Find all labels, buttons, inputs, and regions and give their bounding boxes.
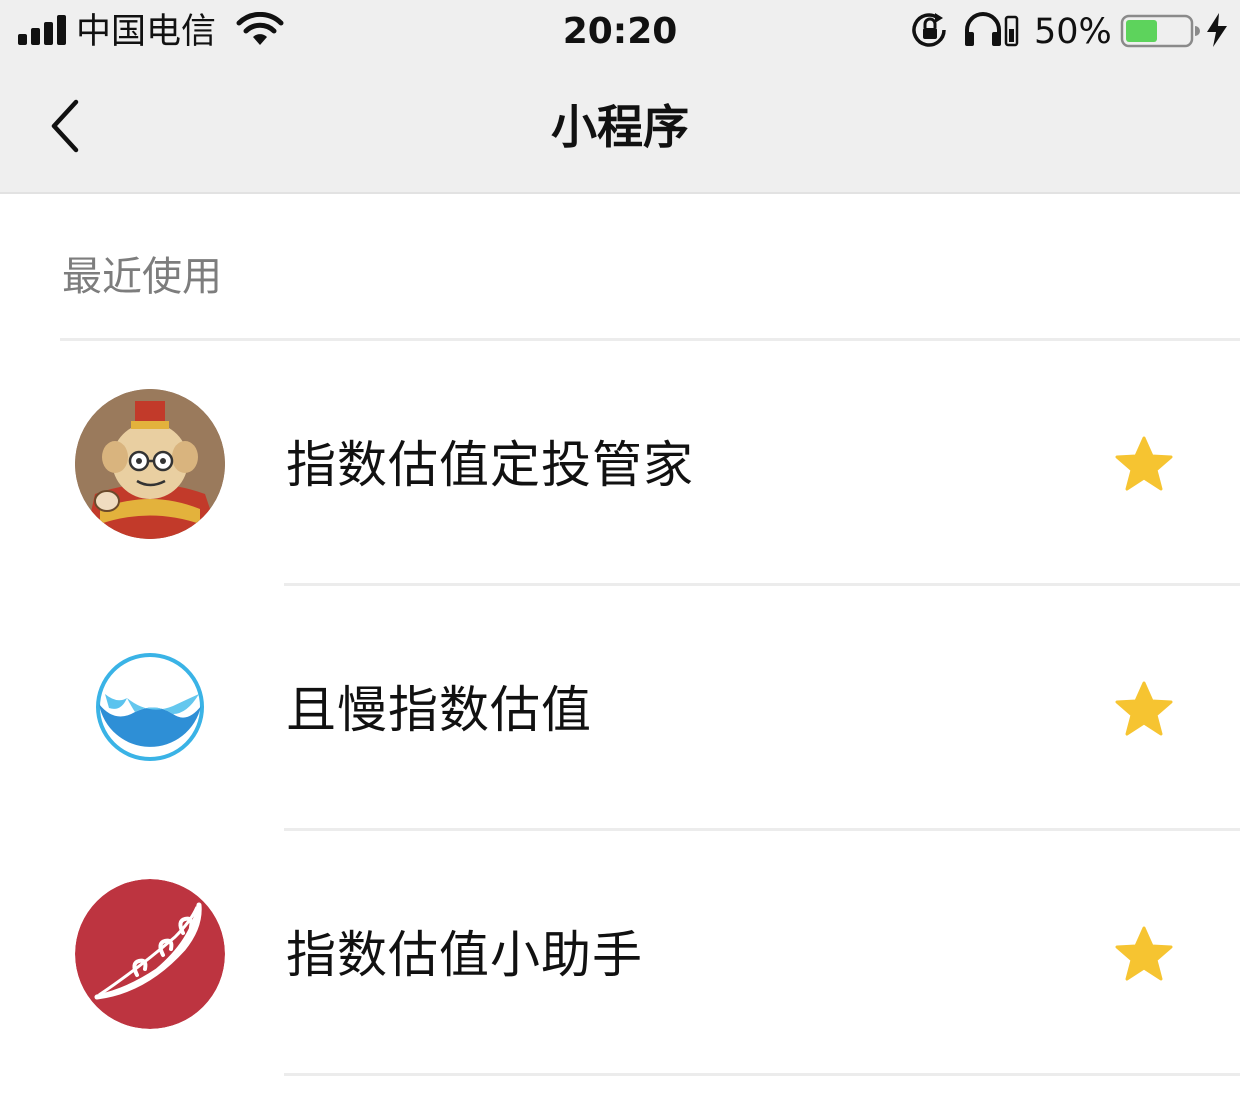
star-icon[interactable] bbox=[1114, 680, 1174, 738]
mini-program-name: 指数估值小助手 bbox=[286, 926, 643, 984]
mini-program-name: 指数估值定投管家 bbox=[286, 436, 694, 494]
mini-program-name: 且慢指数估值 bbox=[286, 681, 592, 739]
pea-pod-logo bbox=[75, 879, 225, 1029]
wave-logo bbox=[75, 634, 225, 784]
star-icon[interactable] bbox=[1114, 435, 1174, 493]
list-item[interactable]: 且慢指数估值 bbox=[0, 586, 1240, 831]
divider bbox=[284, 1073, 1240, 1076]
top-bar: 中国电信 20:20 50% 小程序 bbox=[0, 0, 1240, 194]
page-title: 小程序 bbox=[551, 100, 689, 154]
section-header-recent: 最近使用 bbox=[62, 254, 222, 300]
status-bar: 中国电信 20:20 50% bbox=[0, 0, 1240, 64]
monkey-king-avatar bbox=[75, 389, 225, 539]
list-item[interactable]: 指数估值小助手 bbox=[0, 831, 1240, 1076]
battery-percentage: 50% bbox=[1034, 12, 1112, 52]
charging-bolt-icon bbox=[1207, 13, 1227, 47]
rotation-lock-icon bbox=[912, 13, 946, 47]
headphone-icon bbox=[965, 12, 1019, 47]
battery-icon bbox=[1120, 14, 1200, 48]
star-icon[interactable] bbox=[1114, 925, 1174, 983]
list-item[interactable]: 指数估值定投管家 bbox=[0, 341, 1240, 586]
